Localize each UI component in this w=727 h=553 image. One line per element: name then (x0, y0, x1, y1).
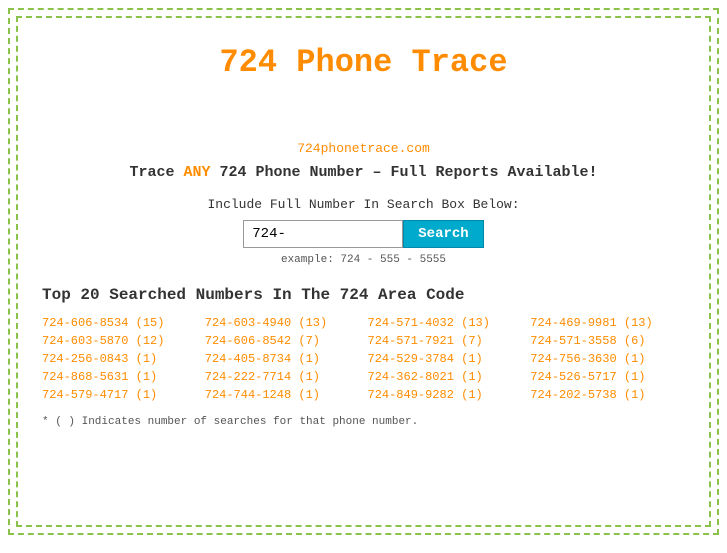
phone-link[interactable]: 724-606-8542 (7) (205, 334, 360, 348)
phone-link[interactable]: 724-405-8734 (1) (205, 352, 360, 366)
phone-grid: 724-606-8534 (15) 724-603-4940 (13) 724-57… (42, 316, 685, 402)
tagline-prefix: Trace (129, 164, 183, 181)
phone-link[interactable]: 724-571-4032 (13) (368, 316, 523, 330)
site-title: 724 Phone Trace (42, 44, 685, 81)
tagline: Trace ANY 724 Phone Number – Full Report… (42, 164, 685, 181)
phone-link[interactable]: 724-756-3630 (1) (530, 352, 685, 366)
phone-link[interactable]: 724-579-4717 (1) (42, 388, 197, 402)
phone-link[interactable]: 724-603-5870 (12) (42, 334, 197, 348)
phone-link[interactable]: 724-202-5738 (1) (530, 388, 685, 402)
phone-link[interactable]: 724-606-8534 (15) (42, 316, 197, 330)
phone-link[interactable]: 724-362-8021 (1) (368, 370, 523, 384)
footnote: * ( ) Indicates number of searches for t… (42, 416, 685, 428)
top-searched-title: Top 20 Searched Numbers In The 724 Area … (42, 286, 685, 304)
phone-link[interactable]: 724-571-7921 (7) (368, 334, 523, 348)
search-label: Include Full Number In Search Box Below: (42, 197, 685, 212)
phone-link[interactable]: 724-222-7714 (1) (205, 370, 360, 384)
phone-link[interactable]: 724-256-0843 (1) (42, 352, 197, 366)
phone-link[interactable]: 724-849-9282 (1) (368, 388, 523, 402)
search-row: Search (42, 220, 685, 248)
search-button[interactable]: Search (403, 220, 483, 248)
site-url: 724phonetrace.com (42, 141, 685, 156)
tagline-highlight: ANY (183, 164, 210, 181)
search-input[interactable] (243, 220, 403, 248)
phone-link[interactable]: 724-868-5631 (1) (42, 370, 197, 384)
tagline-suffix: 724 Phone Number – Full Reports Availabl… (210, 164, 597, 181)
phone-link[interactable]: 724-469-9981 (13) (530, 316, 685, 330)
phone-link[interactable]: 724-526-5717 (1) (530, 370, 685, 384)
outer-border: 724 Phone Trace 724phonetrace.com Trace … (8, 8, 719, 535)
phone-link[interactable]: 724-571-3558 (6) (530, 334, 685, 348)
phone-link[interactable]: 724-529-3784 (1) (368, 352, 523, 366)
phone-link[interactable]: 724-744-1248 (1) (205, 388, 360, 402)
phone-link[interactable]: 724-603-4940 (13) (205, 316, 360, 330)
example-text: example: 724 - 555 - 5555 (42, 254, 685, 266)
inner-border: 724 Phone Trace 724phonetrace.com Trace … (16, 16, 711, 527)
